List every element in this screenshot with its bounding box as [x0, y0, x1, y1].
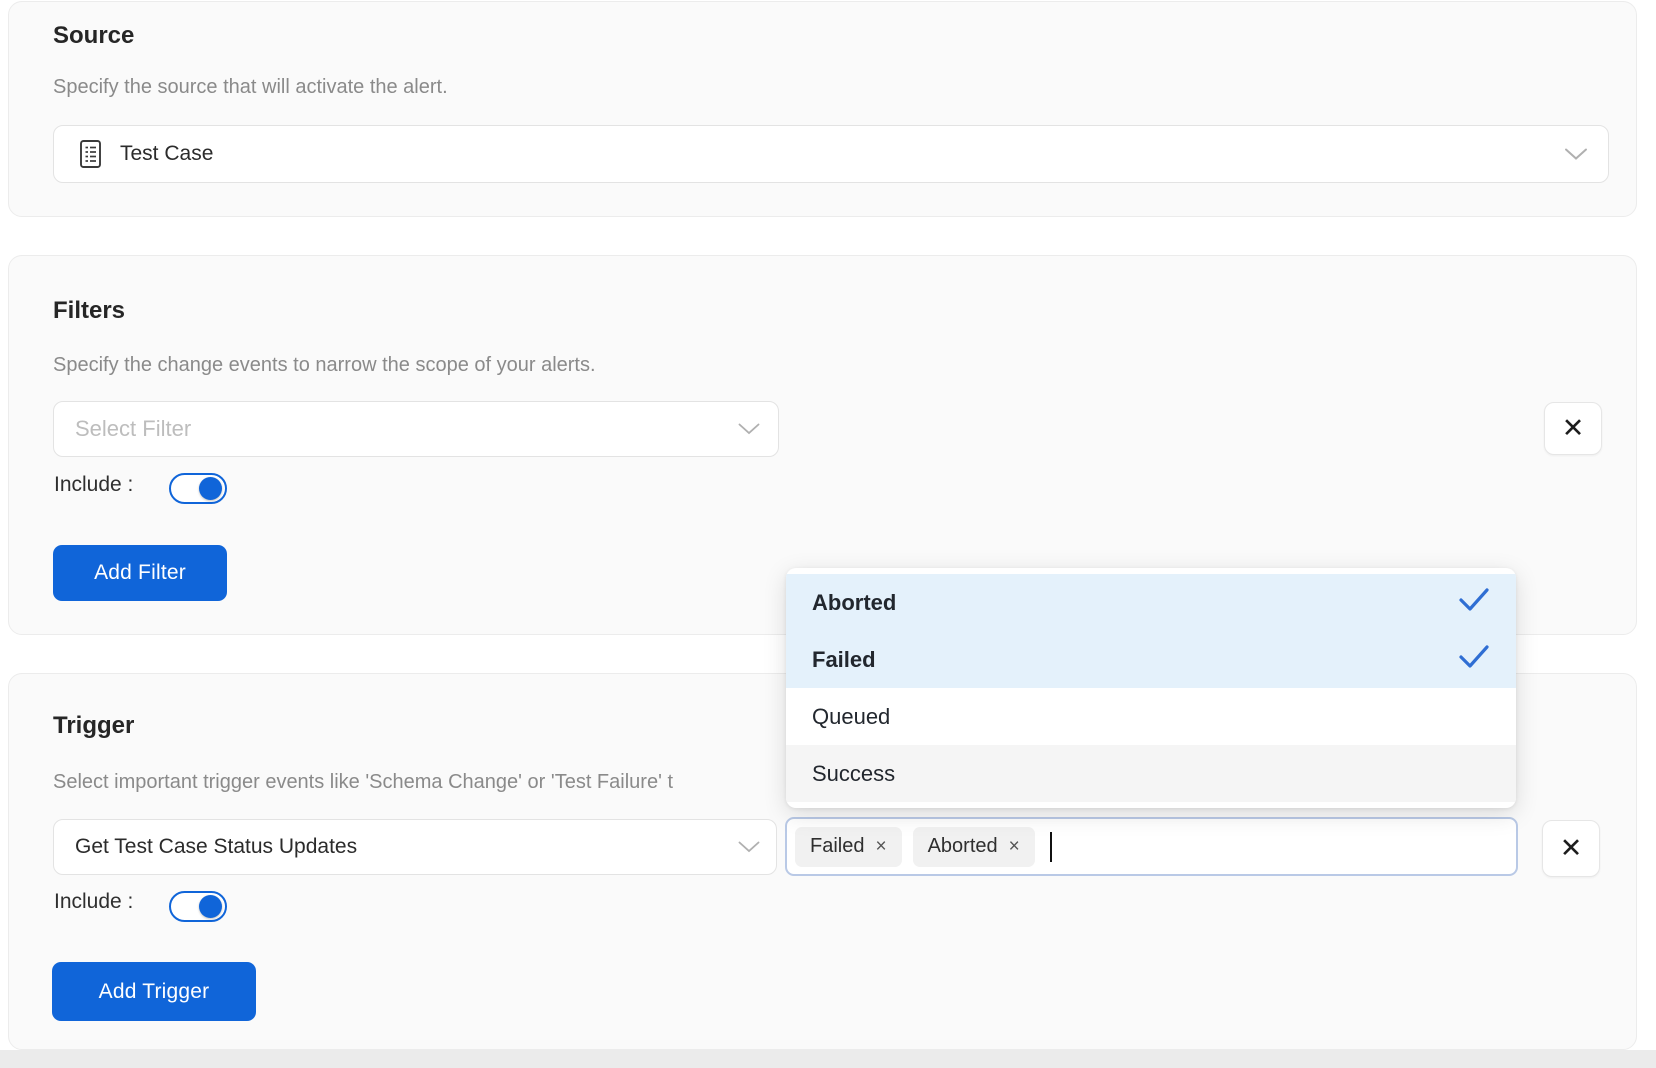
- filters-title: Filters: [53, 297, 125, 325]
- trigger-description: Select important trigger events like 'Sc…: [53, 771, 673, 794]
- option-label: Success: [812, 761, 895, 787]
- text-caret: [1050, 832, 1052, 862]
- status-dropdown-menu: Aborted Failed Queued Success: [786, 568, 1516, 808]
- close-icon: ✕: [1560, 833, 1583, 864]
- tag-label: Failed: [810, 835, 864, 858]
- page-bottom-edge: [0, 1050, 1656, 1068]
- add-filter-button-label: Add Filter: [94, 561, 186, 585]
- trigger-remove-button[interactable]: ✕: [1542, 820, 1600, 877]
- alert-config-page: Source Specify the source that will acti…: [0, 0, 1656, 1068]
- trigger-select-value: Get Test Case Status Updates: [75, 835, 357, 859]
- trigger-title: Trigger: [53, 712, 134, 740]
- trigger-select[interactable]: Get Test Case Status Updates: [53, 819, 777, 875]
- selected-tag: Aborted ×: [913, 827, 1035, 867]
- filter-include-label: Include :: [54, 473, 133, 497]
- chevron-down-icon: [738, 842, 760, 853]
- filter-remove-button[interactable]: ✕: [1544, 402, 1602, 455]
- chevron-down-icon: [1564, 148, 1588, 160]
- document-icon: [77, 139, 104, 169]
- source-select-value: Test Case: [120, 142, 213, 166]
- trigger-include-row: Include :: [54, 886, 133, 918]
- add-trigger-button-label: Add Trigger: [99, 980, 210, 1004]
- check-icon: [1458, 587, 1490, 619]
- filter-include-row: Include :: [54, 469, 133, 501]
- filter-select[interactable]: Select Filter: [53, 401, 779, 457]
- add-trigger-button[interactable]: Add Trigger: [52, 962, 256, 1021]
- dropdown-option-queued[interactable]: Queued: [786, 688, 1516, 745]
- selected-tag: Failed ×: [795, 827, 902, 867]
- trigger-status-multiselect[interactable]: Failed × Aborted ×: [785, 817, 1518, 876]
- tag-label: Aborted: [928, 835, 998, 858]
- trigger-include-label: Include :: [54, 890, 133, 914]
- close-icon: ✕: [1562, 413, 1585, 444]
- source-card: Source Specify the source that will acti…: [8, 1, 1637, 217]
- source-select[interactable]: Test Case: [53, 125, 1609, 183]
- source-description: Specify the source that will activate th…: [53, 76, 448, 99]
- add-filter-button[interactable]: Add Filter: [53, 545, 227, 601]
- source-title: Source: [53, 22, 134, 50]
- filters-description: Specify the change events to narrow the …: [53, 354, 596, 377]
- dropdown-option-success[interactable]: Success: [786, 745, 1516, 802]
- filter-select-placeholder: Select Filter: [75, 416, 191, 442]
- option-label: Aborted: [812, 590, 896, 616]
- option-label: Queued: [812, 704, 890, 730]
- dropdown-option-failed[interactable]: Failed: [786, 631, 1516, 688]
- chevron-down-icon: [738, 424, 760, 435]
- tag-remove-icon[interactable]: ×: [875, 836, 886, 858]
- filter-include-toggle[interactable]: [169, 473, 227, 504]
- toggle-knob: [199, 477, 222, 500]
- check-icon: [1458, 644, 1490, 676]
- trigger-include-toggle[interactable]: [169, 891, 227, 922]
- toggle-knob: [199, 895, 222, 918]
- tag-remove-icon[interactable]: ×: [1009, 836, 1020, 858]
- option-label: Failed: [812, 647, 876, 673]
- dropdown-option-aborted[interactable]: Aborted: [786, 574, 1516, 631]
